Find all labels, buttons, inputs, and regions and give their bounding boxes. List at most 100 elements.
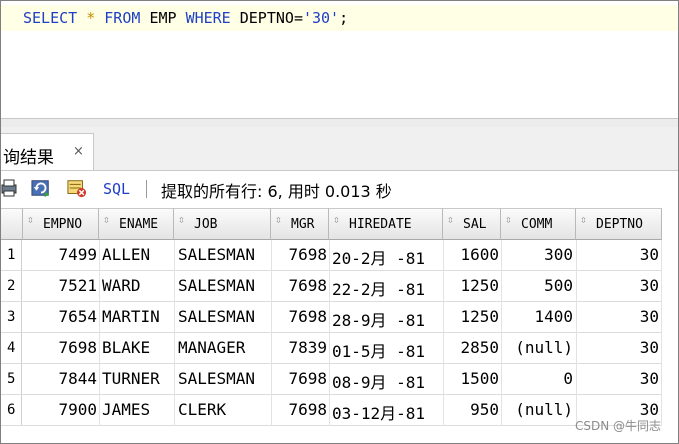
cell-comm[interactable]: 0: [501, 369, 573, 388]
cell-sal[interactable]: 950: [443, 400, 499, 419]
cell-mgr[interactable]: 7698: [271, 276, 327, 295]
cell-comm[interactable]: 500: [501, 276, 573, 295]
row-number: 3: [7, 309, 16, 325]
cell-ename[interactable]: MARTIN: [102, 307, 160, 326]
cell-deptno[interactable]: 30: [576, 307, 659, 326]
cell-empno[interactable]: 7900: [23, 400, 97, 419]
column-divider: [443, 240, 444, 426]
cell-sal[interactable]: 1250: [443, 307, 499, 326]
cell-deptno[interactable]: 30: [576, 369, 659, 388]
sort-icon: ⇳: [27, 213, 34, 226]
cell-empno[interactable]: 7844: [23, 369, 97, 388]
table-row[interactable]: 4 7698 BLAKE MANAGER 7839 01-5月 -81 2850…: [1, 333, 662, 364]
cell-sal[interactable]: 1500: [443, 369, 499, 388]
cell-empno[interactable]: 7521: [23, 276, 97, 295]
cell-mgr[interactable]: 7698: [271, 369, 327, 388]
cell-job[interactable]: SALESMAN: [178, 369, 255, 388]
sort-icon: ⇳: [333, 213, 340, 226]
kw-select: SELECT: [23, 9, 78, 27]
tab-query-result[interactable]: 询结果 ×: [1, 133, 94, 170]
column-divider: [99, 240, 100, 426]
cell-comm[interactable]: (null): [501, 338, 573, 357]
close-icon[interactable]: ×: [73, 144, 84, 159]
col-header-sal[interactable]: ⇳ SAL: [443, 208, 501, 240]
table-row[interactable]: 2 7521 WARD SALESMAN 7698 22-2月 -81 1250…: [1, 271, 662, 302]
cell-mgr[interactable]: 7839: [271, 338, 327, 357]
cell-job[interactable]: CLERK: [178, 400, 226, 419]
column-divider: [329, 240, 330, 426]
cell-deptno[interactable]: 30: [576, 245, 659, 264]
cell-mgr[interactable]: 7698: [271, 245, 327, 264]
sort-icon: ⇳: [505, 213, 512, 226]
col-header-deptno[interactable]: ⇳ DEPTNO: [576, 208, 662, 240]
cell-empno[interactable]: 7499: [23, 245, 97, 264]
cell-comm[interactable]: (null): [501, 400, 573, 419]
cell-job[interactable]: SALESMAN: [178, 245, 255, 264]
row-number: 6: [7, 402, 16, 418]
cell-hiredate[interactable]: 20-2月 -81: [332, 245, 425, 269]
col-header-hiredate[interactable]: ⇳ HIREDATE: [329, 208, 443, 240]
col-header-ename[interactable]: ⇳ ENAME: [99, 208, 174, 240]
print-icon[interactable]: [1, 178, 21, 198]
cell-hiredate[interactable]: 22-2月 -81: [332, 276, 425, 300]
sql-editor[interactable]: SELECT * FROM EMP WHERE DEPTNO='30';: [1, 1, 678, 118]
row-number: 4: [7, 340, 16, 356]
cell-job[interactable]: SALESMAN: [178, 307, 255, 326]
cell-sal[interactable]: 1600: [443, 245, 499, 264]
row-number: 2: [7, 278, 16, 294]
cell-comm[interactable]: 1400: [501, 307, 573, 326]
cell-hiredate[interactable]: 28-9月 -81: [332, 307, 425, 331]
cell-hiredate[interactable]: 08-9月 -81: [332, 369, 425, 393]
cell-empno[interactable]: 7698: [23, 338, 97, 357]
table-row[interactable]: 1 7499 ALLEN SALESMAN 7698 20-2月 -81 160…: [1, 240, 662, 271]
sort-icon: ⇳: [275, 213, 282, 226]
corner-header: [1, 208, 23, 240]
cell-ename[interactable]: ALLEN: [102, 245, 150, 264]
cell-ename[interactable]: BLAKE: [102, 338, 150, 357]
cell-empno[interactable]: 7654: [23, 307, 97, 326]
cell-hiredate[interactable]: 03-12月-81: [332, 400, 425, 424]
cell-mgr[interactable]: 7698: [271, 307, 327, 326]
token-star: *: [86, 9, 96, 27]
sort-icon: ⇳: [447, 213, 454, 226]
column-divider: [271, 240, 272, 426]
table-row[interactable]: 5 7844 TURNER SALESMAN 7698 08-9月 -81 15…: [1, 364, 662, 395]
cell-job[interactable]: SALESMAN: [178, 276, 255, 295]
col-header-comm[interactable]: ⇳ COMM: [501, 208, 576, 240]
toolbar-separator: [146, 180, 147, 198]
column-divider: [174, 240, 175, 426]
row-number: 1: [7, 247, 16, 263]
cell-comm[interactable]: 300: [501, 245, 573, 264]
sql-statement[interactable]: SELECT * FROM EMP WHERE DEPTNO='30';: [23, 9, 348, 27]
cell-ename[interactable]: TURNER: [102, 369, 160, 388]
sort-icon: ⇳: [580, 213, 587, 226]
token-semicolon: ;: [339, 9, 349, 27]
cell-ename[interactable]: JAMES: [102, 400, 150, 419]
cell-ename[interactable]: WARD: [102, 276, 141, 295]
table-row[interactable]: 6 7900 JAMES CLERK 7698 03-12月-81 950 (n…: [1, 395, 662, 426]
row-number: 5: [7, 371, 16, 387]
col-header-empno[interactable]: ⇳ EMPNO: [23, 208, 99, 240]
cell-deptno[interactable]: 30: [576, 338, 659, 357]
sql-button[interactable]: SQL: [103, 180, 130, 198]
col-header-job[interactable]: ⇳ JOB: [174, 208, 271, 240]
cell-sal[interactable]: 2850: [443, 338, 499, 357]
column-divider: [501, 240, 502, 426]
cell-job[interactable]: MANAGER: [178, 338, 245, 357]
col-header-mgr[interactable]: ⇳ MGR: [271, 208, 329, 240]
fetch-status: 提取的所有行: 6, 用时 0.013 秒: [161, 182, 392, 201]
cell-deptno[interactable]: 30: [576, 276, 659, 295]
refresh-icon[interactable]: [31, 178, 51, 198]
tab-label: 询结果: [3, 148, 54, 168]
token-table: EMP: [149, 9, 177, 27]
table-row[interactable]: 3 7654 MARTIN SALESMAN 7698 28-9月 -81 12…: [1, 302, 662, 333]
export-icon[interactable]: [67, 178, 87, 198]
token-column: DEPTNO: [239, 9, 294, 27]
watermark: CSDN @牛同志: [574, 419, 661, 433]
cell-mgr[interactable]: 7698: [271, 400, 327, 419]
column-divider: [576, 240, 577, 426]
results-toolbar: SQL 提取的所有行: 6, 用时 0.013 秒: [1, 171, 678, 207]
token-eq: =: [293, 9, 303, 27]
cell-hiredate[interactable]: 01-5月 -81: [332, 338, 425, 362]
cell-sal[interactable]: 1250: [443, 276, 499, 295]
